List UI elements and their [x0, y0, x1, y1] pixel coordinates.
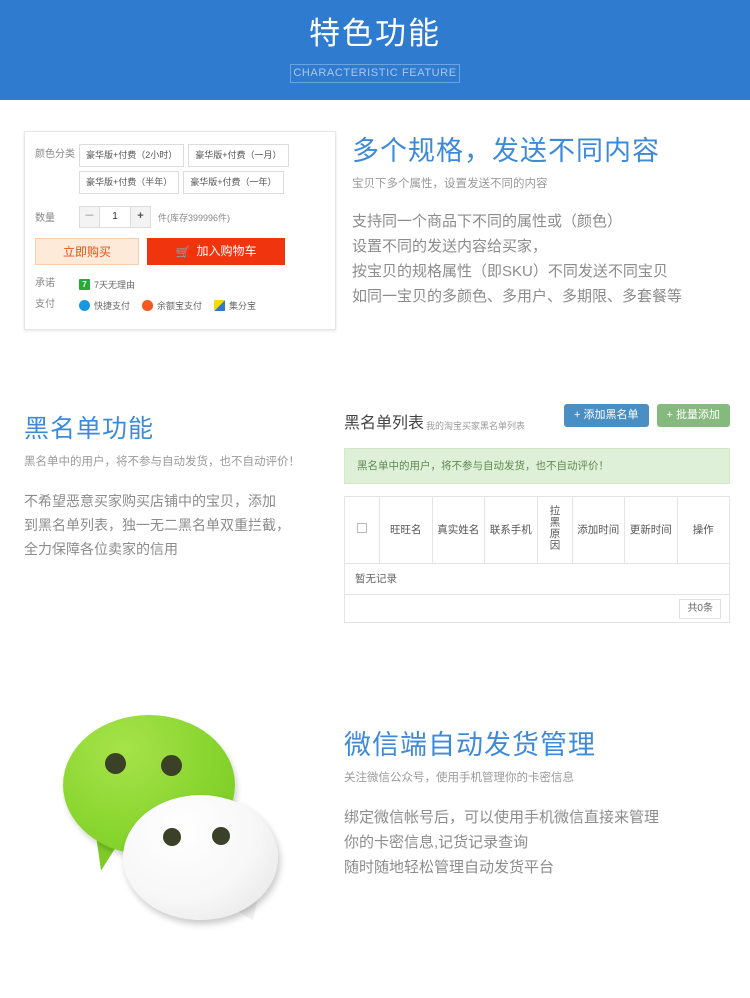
add-blacklist-button[interactable]: + 添加黑名单	[564, 404, 649, 427]
empty-state-text: 暂无记录	[344, 563, 730, 595]
promise-text: 7天无理由	[94, 279, 136, 290]
body-line: 按宝贝的规格属性（即SKU）不同发送不同宝贝	[352, 263, 668, 280]
sku-option[interactable]: 豪华版+付费（2小时）	[79, 144, 185, 167]
select-all-checkbox[interactable]	[357, 523, 367, 533]
cart-icon: 🛒	[175, 244, 191, 259]
wechat-bubble-white	[123, 795, 278, 920]
blacklist-feature-body: 不希望恶意买家购买店铺中的宝贝，添加 到黑名单列表，独一无二黑名单双重拦截， 全…	[24, 489, 324, 561]
wechat-eye	[163, 828, 181, 846]
buy-now-button[interactable]: 立即购买	[35, 238, 139, 265]
sku-option[interactable]: 豪华版+付费（一年）	[183, 171, 284, 194]
blacklist-panel-subtitle: 我的淘宝买家黑名单列表	[426, 421, 526, 431]
body-line: 到黑名单列表，独一无二黑名单双重拦截，	[24, 517, 290, 533]
blacklist-feature-subtitle: 黑名单中的用户，将不参与自动发货，也不自动评价！	[24, 456, 300, 468]
record-count: 共0条	[679, 598, 721, 619]
blacklist-actions: + 添加黑名单 + 批量添加	[564, 404, 730, 427]
column-header-updatetime: 更新时间	[624, 496, 678, 564]
wechat-logo-icon	[55, 705, 320, 950]
payment-row: 支付 快捷支付 余额宝支付 集分宝	[35, 298, 325, 312]
wechat-eye	[161, 755, 182, 776]
payment-label: 支付	[35, 299, 55, 310]
select-all-header[interactable]	[344, 496, 380, 564]
blacklist-panel-header: 黑名单列表 我的淘宝买家黑名单列表 + 添加黑名单 + 批量添加	[344, 404, 730, 434]
blacklist-table-head: 旺旺名 真实姓名 联系手机 拉黑原因 添加时间 更新时间 操作	[344, 496, 730, 564]
yuebao-pay-icon	[142, 299, 154, 311]
column-header-reason-label: 拉黑原因	[548, 505, 561, 551]
sku-option[interactable]: 豪华版+付费（半年）	[79, 171, 180, 194]
blacklist-panel: 黑名单列表 我的淘宝买家黑名单列表 + 添加黑名单 + 批量添加 黑名单中的用户…	[344, 404, 730, 623]
payment-label-text: 集分宝	[229, 300, 257, 311]
quantity-input[interactable]: 1	[100, 207, 130, 227]
payment-item: 集分宝	[214, 299, 256, 312]
table-row: 暂无记录	[344, 563, 730, 595]
payment-item: 余额宝支付	[142, 299, 202, 312]
add-to-cart-button[interactable]: 🛒 加入购物车	[147, 238, 285, 265]
page-banner: 特色功能 CHARACTERISTIC FEATURE	[0, 0, 750, 100]
column-header-action: 操作	[676, 496, 730, 564]
payment-label-text: 余额宝支付	[157, 300, 203, 311]
page-title: 特色功能	[309, 16, 441, 51]
quantity-row: 数量 － 1 + 件(库存399996件)	[35, 206, 325, 228]
sku-option[interactable]: 豪华版+付费（一月）	[188, 144, 289, 167]
blacklist-feature-title: 黑名单功能	[24, 415, 155, 443]
sku-card: 颜色分类 豪华版+付费（2小时） 豪华版+付费（一月） 豪华版+付费（半年） 豪…	[24, 131, 336, 330]
sku-option-list: 豪华版+付费（2小时） 豪华版+付费（一月） 豪华版+付费（半年） 豪华版+付费…	[79, 144, 325, 194]
quantity-stepper[interactable]: － 1 +	[79, 206, 151, 228]
stock-text: 件(库存399996件)	[158, 212, 231, 223]
column-header-reason: 拉黑原因	[536, 496, 573, 564]
quantity-increase-button[interactable]: +	[130, 207, 150, 227]
wechat-feature-text: 微信端自动发货管理 关注微信公众号，使用手机管理你的卡密信息 绑定微信帐号后，可…	[344, 728, 744, 880]
blacklist-table-footer: 共0条	[344, 595, 730, 623]
page-subtitle: CHARACTERISTIC FEATURE	[290, 64, 460, 83]
feature-page: 特色功能 CHARACTERISTIC FEATURE 颜色分类 豪华版+付费（…	[0, 0, 750, 998]
body-line: 不希望恶意买家购买店铺中的宝贝，添加	[24, 493, 276, 509]
quantity-label: 数量	[35, 213, 55, 224]
body-line: 支持同一个商品下不同的属性或（颜色）	[352, 213, 623, 230]
body-line: 设置不同的发送内容给买家，	[352, 238, 548, 255]
seven-day-icon: 7	[79, 278, 90, 290]
body-line: 如同一宝贝的多颜色、多用户、多期限、多套餐等	[352, 288, 683, 305]
body-line: 你的卡密信息,记货记录查询	[344, 834, 529, 851]
table-header-row: 旺旺名 真实姓名 联系手机 拉黑原因 添加时间 更新时间 操作	[344, 496, 730, 564]
wechat-feature-body: 绑定微信帐号后，可以使用手机微信直接来管理 你的卡密信息,记货记录查询 随时随地…	[344, 805, 744, 880]
blacklist-feature-text: 黑名单功能 黑名单中的用户，将不参与自动发货，也不自动评价！ 不希望恶意买家购买…	[24, 412, 324, 561]
payment-label-text: 快捷支付	[94, 300, 131, 311]
column-header-realname: 真实姓名	[431, 496, 485, 564]
column-header-phone: 联系手机	[484, 496, 538, 564]
sku-feature-body: 支持同一个商品下不同的属性或（颜色） 设置不同的发送内容给买家， 按宝贝的规格属…	[352, 209, 742, 309]
payment-list: 快捷支付 余额宝支付 集分宝	[79, 299, 268, 312]
jifenbao-icon	[214, 299, 226, 311]
wechat-eye	[105, 753, 126, 774]
blacklist-alert: 黑名单中的用户，将不参与自动发货，也不自动评价！	[344, 448, 730, 484]
sku-feature-title: 多个规格，发送不同内容	[352, 136, 660, 166]
payment-item: 快捷支付	[79, 299, 130, 312]
kuaijie-pay-icon	[79, 299, 90, 311]
column-header-addtime: 添加时间	[571, 496, 625, 564]
sku-color-row: 颜色分类 豪华版+付费（2小时） 豪华版+付费（一月） 豪华版+付费（半年） 豪…	[35, 144, 325, 194]
blacklist-panel-title: 黑名单列表	[344, 415, 425, 432]
sku-feature-text: 多个规格，发送不同内容 宝贝下多个属性，设置发送不同的内容 支持同一个商品下不同…	[352, 134, 742, 309]
sku-feature-subtitle: 宝贝下多个属性，设置发送不同的内容	[352, 178, 548, 190]
blacklist-table: 旺旺名 真实姓名 联系手机 拉黑原因 添加时间 更新时间 操作 暂无记录	[344, 496, 730, 595]
wechat-feature-title: 微信端自动发货管理	[344, 730, 596, 760]
column-header-wangwang: 旺旺名	[379, 496, 433, 564]
purchase-button-row: 立即购买 🛒 加入购物车	[35, 238, 325, 265]
wechat-eye	[212, 827, 230, 845]
batch-add-button[interactable]: + 批量添加	[656, 404, 730, 427]
body-line: 随时随地轻松管理自动发货平台	[344, 859, 555, 876]
add-to-cart-label: 加入购物车	[196, 244, 257, 258]
body-line: 绑定微信帐号后，可以使用手机微信直接来管理	[344, 809, 660, 826]
quantity-decrease-button[interactable]: －	[80, 207, 100, 227]
body-line: 全力保障各位卖家的信用	[24, 541, 178, 557]
blacklist-table-body: 暂无记录	[344, 563, 730, 595]
sku-color-label: 颜色分类	[35, 149, 75, 160]
wechat-feature-subtitle: 关注微信公众号，使用手机管理你的卡密信息	[344, 772, 574, 784]
promise-row: 承诺 7 7天无理由	[35, 277, 325, 291]
promise-label: 承诺	[35, 278, 55, 289]
